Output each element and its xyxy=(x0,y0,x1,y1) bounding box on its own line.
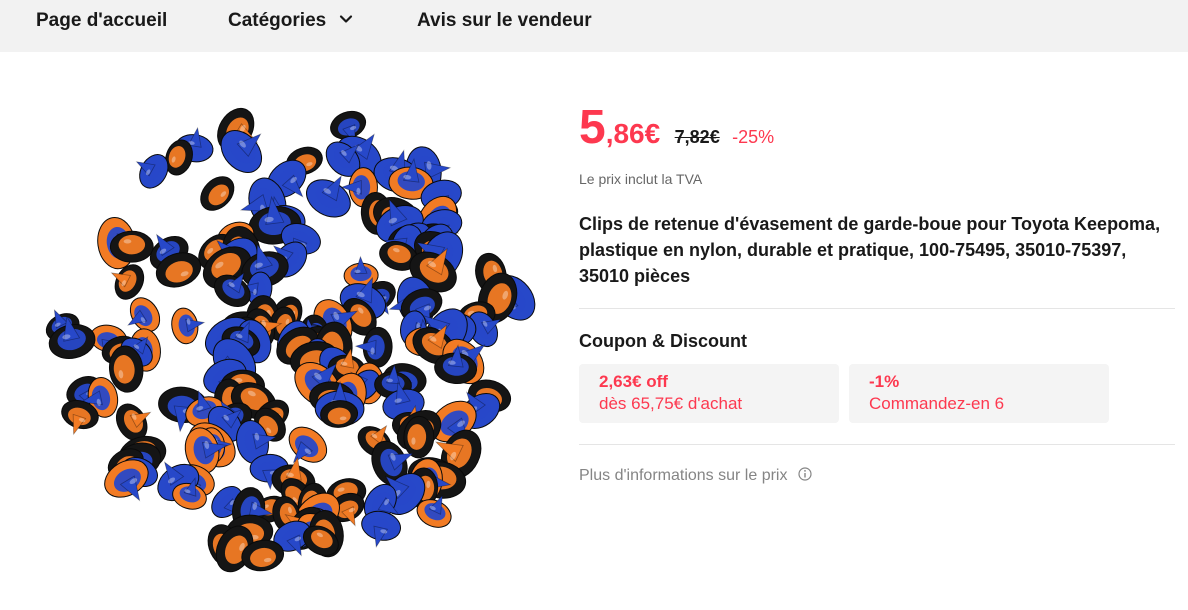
coupon-card[interactable]: -1% Commandez-en 6 xyxy=(849,364,1109,423)
original-price: 7,82€ xyxy=(674,127,720,147)
product-image[interactable] xyxy=(44,104,544,584)
current-price-decimal: ,86€ xyxy=(605,118,661,149)
top-navigation: Page d'accueil Catégories Avis sur le ve… xyxy=(0,0,1188,52)
coupon-condition: dès 65,75€ d'achat xyxy=(599,394,743,413)
chevron-down-icon xyxy=(340,15,353,23)
coupon-amount: -1% xyxy=(869,372,900,391)
more-price-info-label: Plus d'informations sur le prix xyxy=(579,467,788,484)
more-price-info-link[interactable]: Plus d'informations sur le prix xyxy=(579,467,812,485)
product-title: Clips de retenue d'évasement de garde-bo… xyxy=(579,214,1161,286)
vat-note: Le prix inclut la TVA xyxy=(579,171,703,187)
current-price-integer: 5 xyxy=(579,101,606,154)
info-icon xyxy=(798,467,812,481)
coupon-condition: Commandez-en 6 xyxy=(869,394,1005,413)
coupon-amount: 2,63€ off xyxy=(599,372,668,391)
nav-seller-reviews-link[interactable]: Avis sur le vendeur xyxy=(417,0,592,42)
price-block: 5,86€ 7,82€ -25% xyxy=(579,100,774,160)
nav-categories-label: Catégories xyxy=(228,10,327,31)
divider xyxy=(579,444,1175,445)
coupon-heading: Coupon & Discount xyxy=(579,331,747,351)
nav-categories-menu[interactable]: Catégories xyxy=(228,0,353,42)
coupon-card[interactable]: 2,63€ off dès 65,75€ d'achat xyxy=(579,364,839,423)
discount-percentage: -25% xyxy=(732,127,775,147)
divider xyxy=(579,308,1175,309)
nav-home-link[interactable]: Page d'accueil xyxy=(36,0,167,42)
